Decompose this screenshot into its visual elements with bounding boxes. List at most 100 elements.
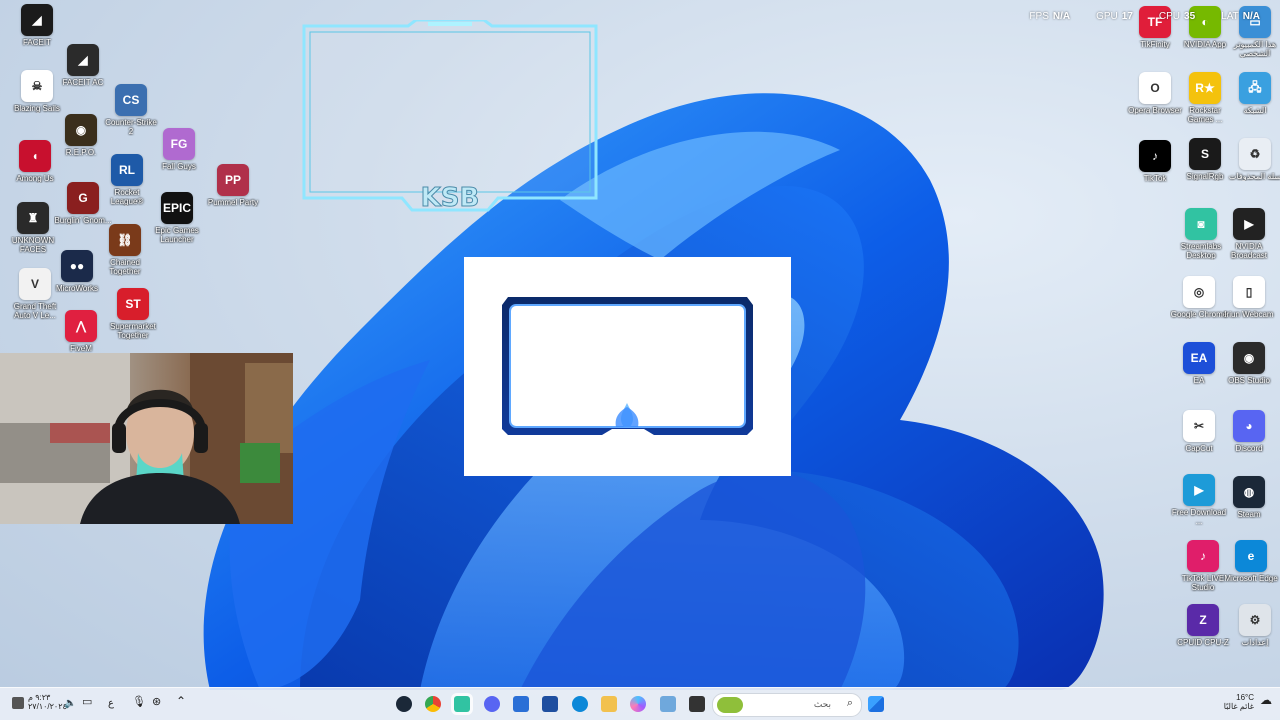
performance-overlay: FPS N/A GPU 17 CPU 35 LAT N/A bbox=[1029, 11, 1260, 22]
app-icon: ♜ bbox=[17, 202, 49, 234]
weather-widget[interactable]: 16°C غائم غالبًا bbox=[1224, 693, 1254, 711]
app-icon: S bbox=[1189, 138, 1221, 170]
desktop-icon-pummel-party[interactable]: PP Pummel Party bbox=[204, 164, 262, 207]
app-icon: ♪ bbox=[1139, 140, 1171, 172]
chrome-taskbar-icon[interactable] bbox=[425, 696, 441, 712]
app-icon: ◙ bbox=[1185, 208, 1217, 240]
icon-label: NVIDIA Broadcast bbox=[1230, 242, 1268, 260]
app-icon: ♪ bbox=[1187, 540, 1219, 572]
icon-label: Iriun Webcam bbox=[1224, 310, 1274, 319]
weather-text: غائم غالبًا bbox=[1223, 702, 1254, 711]
icon-label: Supermarket Together bbox=[110, 322, 156, 340]
clock[interactable]: ٩:٢٣ م ٢٧/١٠/٢٠٢٤ bbox=[28, 693, 67, 711]
app-icon: RL bbox=[111, 154, 143, 186]
fps-readout: FPS N/A bbox=[1029, 11, 1071, 22]
icon-label: هذا الكمبيوتر الشخصي bbox=[1233, 40, 1277, 58]
desktop-icon-discord[interactable]: ◕ Discord bbox=[1220, 410, 1278, 453]
app-icon: e bbox=[1235, 540, 1267, 572]
app-icon: ✂ bbox=[1183, 410, 1215, 442]
desktop-icon-microsoft-edge[interactable]: e Microsoft Edge bbox=[1222, 540, 1280, 583]
clock-time: ٩:٢٣ م bbox=[28, 693, 51, 702]
search-highlight-icon bbox=[717, 697, 743, 713]
desktop-icon[interactable]: ▭ bbox=[82, 697, 92, 708]
app-icon: V bbox=[19, 268, 51, 300]
icon-label: OBS Studio bbox=[1228, 376, 1270, 385]
copilot-taskbar-icon[interactable] bbox=[630, 696, 646, 712]
microphone-icon[interactable]: 🎙 bbox=[132, 697, 146, 708]
desktop-icon-cpuid-cpu-z[interactable]: Z CPUID CPU-Z bbox=[1174, 604, 1232, 647]
desktop-icon-microworks[interactable]: ●● MicroWorks bbox=[48, 250, 106, 293]
app-icon: ◕ bbox=[1233, 410, 1265, 442]
app-icon: O bbox=[1139, 72, 1171, 104]
icon-label: سلة المحذوفات bbox=[1228, 172, 1280, 181]
app-icon: ◎ bbox=[1183, 276, 1215, 308]
location-icon[interactable]: ⊛ bbox=[152, 697, 161, 708]
app-icon: FG bbox=[163, 128, 195, 160]
app-icon: ST bbox=[117, 288, 149, 320]
app-icon: ♻ bbox=[1239, 138, 1271, 170]
icon-label: إعدادات bbox=[1241, 638, 1269, 647]
desktop-icon-nvidia-broadcast[interactable]: ▶ NVIDIA Broadcast bbox=[1220, 208, 1278, 260]
app-icon: ◢ bbox=[67, 44, 99, 76]
taskbar: ٩:٢٣ م ٢٧/١٠/٢٠٢٤ 🔈 ▭ ع 🎙 ⊛ ⌃ بحث ⌕ 16°C… bbox=[0, 687, 1280, 720]
search-placeholder: بحث bbox=[813, 699, 831, 709]
desktop-icon-steam[interactable]: ◍ Steam bbox=[1220, 476, 1278, 519]
app-icon: ◖ bbox=[19, 140, 51, 172]
lat-readout: LAT N/A bbox=[1221, 11, 1260, 22]
desktop-icon-blazing-sails[interactable]: ☠ Blazing Sails bbox=[8, 70, 66, 113]
app-icon: ⚙ bbox=[1239, 604, 1271, 636]
terminal-taskbar-icon[interactable] bbox=[689, 696, 705, 712]
network-status-icon[interactable] bbox=[12, 697, 24, 709]
app-icon: Z bbox=[1187, 604, 1219, 636]
app-icon: R★ bbox=[1189, 72, 1221, 104]
desktop-icon-iriun-webcam[interactable]: ▯ Iriun Webcam bbox=[1220, 276, 1278, 319]
app-icon: ☠ bbox=[21, 70, 53, 102]
clock-date: ٢٧/١٠/٢٠٢٤ bbox=[28, 702, 67, 711]
desktop-icon-[interactable]: ♻ سلة المحذوفات bbox=[1226, 138, 1280, 181]
webcam-person-image bbox=[0, 353, 293, 524]
app-icon: ◍ bbox=[1233, 476, 1265, 508]
icon-label: Blazing Sails bbox=[14, 104, 60, 113]
app-icon: ▶ bbox=[1233, 208, 1265, 240]
mail-taskbar-icon[interactable] bbox=[513, 696, 529, 712]
desktop-icon-fivem[interactable]: ⋀ FiveM bbox=[52, 310, 110, 353]
frame-preview-panel bbox=[464, 257, 791, 476]
store-taskbar-icon[interactable] bbox=[542, 696, 558, 712]
search-icon: ⌕ bbox=[846, 697, 853, 709]
icon-label: Discord bbox=[1235, 444, 1263, 453]
edge-taskbar-icon[interactable] bbox=[572, 696, 588, 712]
app-icon: ⋀ bbox=[65, 310, 97, 342]
desktop-icon-among-us[interactable]: ◖ Among Us bbox=[6, 140, 64, 183]
language-indicator[interactable]: ع bbox=[108, 699, 114, 709]
desktop-icon-[interactable]: 🖧 الشبكة bbox=[1226, 72, 1280, 115]
photos-taskbar-icon[interactable] bbox=[660, 696, 676, 712]
discord-taskbar-icon[interactable] bbox=[484, 696, 500, 712]
app-icon: EA bbox=[1183, 342, 1215, 374]
icon-label: Steam bbox=[1237, 510, 1261, 519]
desktop-icon-faceit[interactable]: ◢ FACEIT bbox=[8, 4, 66, 47]
desktop-icon-obs-studio[interactable]: ◉ OBS Studio bbox=[1220, 342, 1278, 385]
cpu-readout: CPU 35 bbox=[1158, 11, 1196, 22]
app-icon: ⛓ bbox=[109, 224, 141, 256]
app-icon: ●● bbox=[61, 250, 93, 282]
gpu-readout: GPU 17 bbox=[1096, 11, 1133, 22]
desktop-icon-supermarket-together[interactable]: ST Supermarket Together bbox=[104, 288, 162, 340]
desktop-icon-epic-games-launcher[interactable]: EPIC Epic Games Launcher bbox=[148, 192, 206, 244]
volume-icon[interactable]: 🔈 bbox=[64, 699, 76, 709]
weather-icon: ☁ bbox=[1260, 693, 1272, 707]
start-button[interactable] bbox=[868, 696, 884, 712]
search-bar[interactable]: بحث ⌕ bbox=[712, 693, 862, 717]
chevron-up-icon[interactable]: ⌃ bbox=[176, 695, 186, 707]
file-explorer-taskbar-icon[interactable] bbox=[601, 696, 617, 712]
frame-logo: KSB bbox=[421, 183, 480, 213]
app-icon: 🖧 bbox=[1239, 72, 1271, 104]
streamlabs-taskbar-icon[interactable] bbox=[454, 696, 470, 712]
steam-taskbar-icon[interactable] bbox=[396, 696, 412, 712]
app-icon: G bbox=[67, 182, 99, 214]
app-icon: EPIC bbox=[161, 192, 193, 224]
app-icon: ◉ bbox=[65, 114, 97, 146]
desktop-icon-[interactable]: ⚙ إعدادات bbox=[1226, 604, 1280, 647]
desktop-icon-burglin-gnom[interactable]: G Burglin' Gnom... bbox=[54, 182, 112, 225]
blue-frame-graphic bbox=[502, 297, 753, 435]
desktop-icon-fall-guys[interactable]: FG Fall Guys bbox=[150, 128, 208, 171]
